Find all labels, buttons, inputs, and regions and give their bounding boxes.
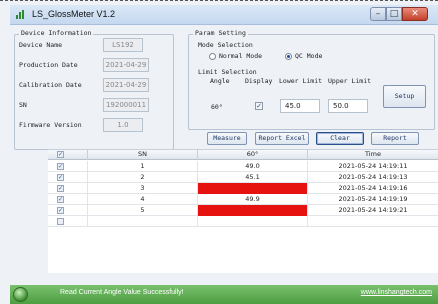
qc-mode-label[interactable]: QC Mode xyxy=(295,52,322,60)
normal-mode-radio[interactable] xyxy=(209,53,216,60)
select-all-header[interactable]: ✓ xyxy=(48,150,88,160)
status-bar: Read Current Angle Value Successfully! w… xyxy=(10,285,438,304)
row-time: 2021-05-24 14:19:13 xyxy=(338,173,408,181)
table-row[interactable]: ✓ 5 50.1 2021-05-24 14:19:21 xyxy=(48,205,438,216)
app-icon xyxy=(16,10,25,19)
row-time: 2021-05-24 14:19:16 xyxy=(338,184,408,192)
setup-button[interactable]: Setup xyxy=(383,85,426,108)
row-checkbox[interactable] xyxy=(57,218,64,225)
production-date-field: 2021-04-29 xyxy=(103,58,149,72)
table-row[interactable]: ✓ 1 49.0 2021-05-24 14:19:11 xyxy=(48,161,438,172)
time-column-header[interactable]: Time xyxy=(308,150,438,160)
table-header: ✓ SN 60° Time xyxy=(48,150,438,160)
param-setting-title: Param Setting xyxy=(193,29,248,37)
row-checkbox[interactable]: ✓ xyxy=(57,196,64,203)
display-checkbox[interactable]: ✓ xyxy=(255,102,263,110)
row-gloss-value xyxy=(198,216,308,227)
device-name-label: Device Name xyxy=(19,41,63,49)
measure-button[interactable]: Measure xyxy=(207,132,247,145)
row-sn: 2 xyxy=(88,172,198,183)
row-time: 2021-05-24 14:19:21 xyxy=(338,206,408,214)
select-all-checkbox[interactable]: ✓ xyxy=(57,151,64,158)
window-title: LS_GlossMeter V1.2 xyxy=(32,9,116,19)
row-select-cell[interactable] xyxy=(48,216,88,227)
mode-selection-label: Mode Selection xyxy=(198,41,253,49)
row-time: 2021-05-24 14:19:19 xyxy=(338,195,408,203)
device-name-field: LS192 xyxy=(103,38,143,52)
calibration-date-field: 2021-04-29 xyxy=(103,78,149,92)
results-table: ✓ SN 60° Time ✓ 1 49.0 2021-05-24 14:19:11 ✓… xyxy=(48,149,438,273)
upper-limit-column-label: Upper Limit xyxy=(328,77,372,85)
table-row[interactable]: ✓ 2 45.1 2021-05-24 14:19:13 xyxy=(48,172,438,183)
qc-mode-radio[interactable] xyxy=(285,53,292,60)
row-select-cell[interactable]: ✓ xyxy=(48,161,88,172)
row-gloss-value: 49.0 xyxy=(198,161,308,172)
display-column-label: Display xyxy=(245,77,273,85)
title-bar: LS_GlossMeter V1.2 – □ ✕ xyxy=(10,5,438,25)
device-info-title: Device Information xyxy=(19,29,94,37)
row-select-cell[interactable]: ✓ xyxy=(48,194,88,205)
row-sn: 3 xyxy=(88,183,198,194)
row-checkbox[interactable]: ✓ xyxy=(57,174,64,181)
row-time: 2021-05-24 14:19:11 xyxy=(338,162,408,170)
status-message: Read Current Angle Value Successfully! xyxy=(60,289,184,296)
calibration-date-label: Calibration Date xyxy=(19,81,82,89)
limit-selection-label: Limit Selection xyxy=(198,68,257,76)
table-row[interactable]: ✓ 4 49.9 2021-05-24 14:19:19 xyxy=(48,194,438,205)
row-sn xyxy=(88,216,198,227)
sn-field: 192000011 xyxy=(103,98,149,112)
row-gloss-value: 45.1 xyxy=(198,172,308,183)
normal-mode-label[interactable]: Normal Mode xyxy=(219,52,262,60)
status-orb-icon xyxy=(13,287,28,302)
table-row[interactable] xyxy=(48,216,438,227)
row-sn: 4 xyxy=(88,194,198,205)
row-checkbox[interactable]: ✓ xyxy=(57,185,64,192)
maximize-button[interactable]: □ xyxy=(386,7,402,21)
row-gloss-value: 49.9 xyxy=(198,194,308,205)
firmware-version-field: 1.0 xyxy=(103,118,143,132)
report-button[interactable]: Report xyxy=(371,132,419,145)
row-gloss-value: 50.1 xyxy=(198,205,308,216)
row-sn: 5 xyxy=(88,205,198,216)
row-checkbox[interactable]: ✓ xyxy=(57,163,64,170)
row-sn: 1 xyxy=(88,161,198,172)
row-checkbox[interactable]: ✓ xyxy=(57,207,64,214)
report-excel-button[interactable]: Report Excel xyxy=(255,132,309,145)
minimize-button[interactable]: – xyxy=(370,7,386,21)
row-time xyxy=(308,216,438,227)
angle-column-header[interactable]: 60° xyxy=(198,150,308,160)
clear-button[interactable]: Clear xyxy=(316,132,364,145)
table-row[interactable]: ✓ 3 50.2 2021-05-24 14:19:16 xyxy=(48,183,438,194)
production-date-label: Production Date xyxy=(19,61,78,69)
row-gloss-value: 50.2 xyxy=(198,183,308,194)
device-info-group: Device Information xyxy=(14,29,174,150)
upper-limit-input[interactable]: 50.0 xyxy=(328,99,368,113)
row-select-cell[interactable]: ✓ xyxy=(48,183,88,194)
lower-limit-column-label: Lower Limit xyxy=(279,77,323,85)
sn-label: SN xyxy=(19,101,27,109)
firmware-version-label: Firmware Version xyxy=(19,121,82,129)
row-select-cell[interactable]: ✓ xyxy=(48,205,88,216)
angle-value: 60° xyxy=(211,103,223,111)
sn-column-header[interactable]: SN xyxy=(88,150,198,160)
website-link[interactable]: www.linshangtech.com xyxy=(361,289,432,296)
row-select-cell[interactable]: ✓ xyxy=(48,172,88,183)
angle-column-label: Angle xyxy=(210,77,230,85)
lower-limit-input[interactable]: 45.0 xyxy=(280,99,320,113)
app-window: LS_GlossMeter V1.2 – □ ✕ Device Informat… xyxy=(0,0,438,304)
close-button[interactable]: ✕ xyxy=(402,7,428,21)
